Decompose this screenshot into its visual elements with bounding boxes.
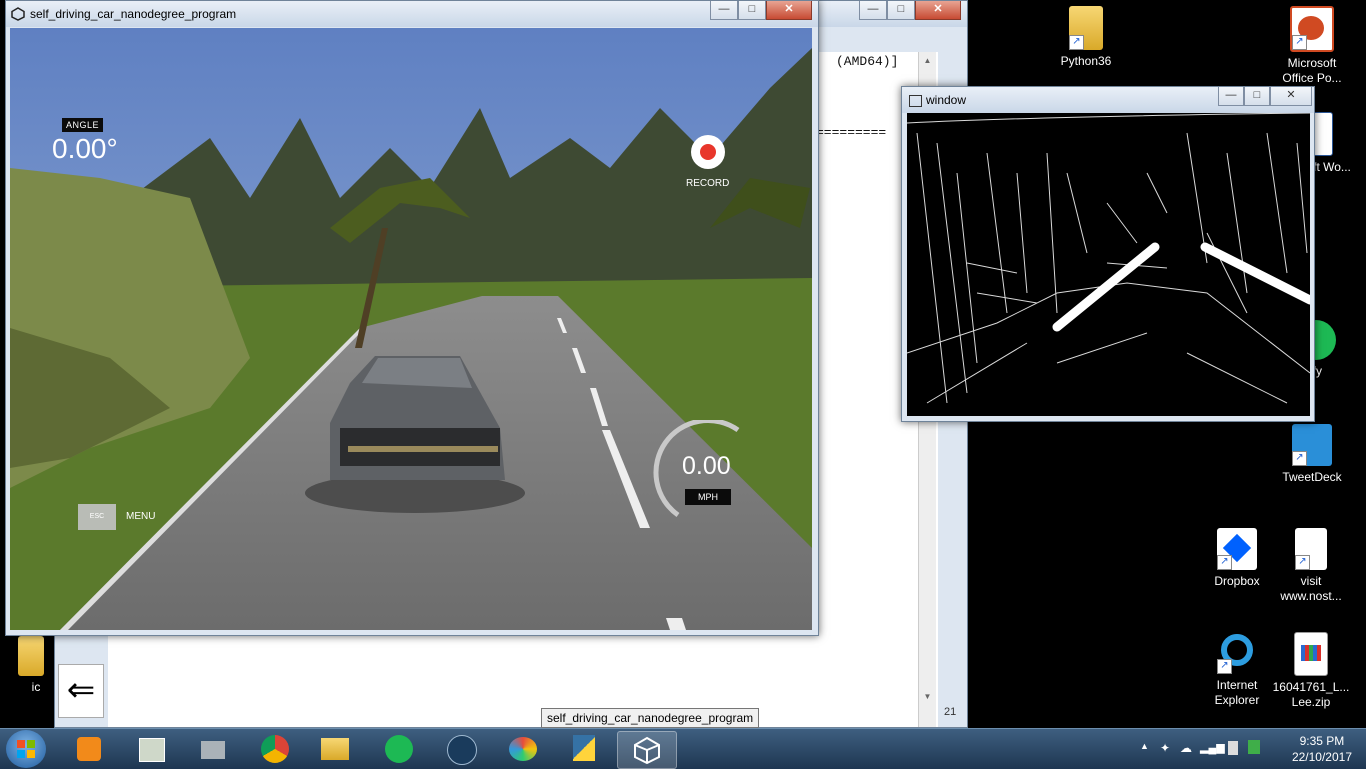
minimize-button[interactable]: — xyxy=(859,1,887,20)
start-button[interactable] xyxy=(6,730,46,768)
cloud-tray-icon[interactable]: ☁ xyxy=(1180,741,1192,755)
dropbox-tray-icon[interactable]: ✦ xyxy=(1160,741,1170,755)
spotify-icon xyxy=(385,735,413,763)
angle-label: ANGLE xyxy=(62,118,104,132)
car-roof xyxy=(362,358,472,388)
desktop-icon-internet-explorer[interactable]: ↗ Internet Explorer xyxy=(1197,632,1277,708)
taskbar-chrome[interactable] xyxy=(246,731,304,767)
desktop-icon-label: TweetDeck xyxy=(1282,470,1342,484)
taskbar-media-player[interactable] xyxy=(60,731,118,767)
clock[interactable]: 9:35 PM 22/10/2017 xyxy=(1292,733,1352,765)
console-line-number: 21 xyxy=(944,706,957,718)
unity-icon xyxy=(634,736,660,764)
angle-value: 0.00° xyxy=(52,133,118,164)
media-player-icon xyxy=(77,737,101,761)
shortcut-arrow-icon: ↗ xyxy=(1217,555,1232,570)
console-header-text: (AMD64)] xyxy=(836,54,899,69)
speed-value: 0.00 xyxy=(682,452,731,480)
chrome-icon xyxy=(261,735,289,763)
close-button[interactable]: ✕ xyxy=(1270,87,1312,106)
edge-detection-view xyxy=(907,113,1310,416)
desktop-icon-label: Python36 xyxy=(1060,54,1112,68)
speed-unit: MPH xyxy=(685,489,731,505)
desktop-icon-powerpoint[interactable]: ↗ Microsoft Office Po... xyxy=(1272,6,1352,86)
maximize-button[interactable]: □ xyxy=(738,1,766,20)
ie-icon: ↗ xyxy=(1217,632,1257,674)
system-tray: ▲ ✦ ☁ ▂▄▆ 9:35 PM 22/10/2017 xyxy=(1126,729,1366,769)
driving-scene xyxy=(10,28,812,630)
taskbar-tooltip: self_driving_car_nanodegree_program xyxy=(541,708,760,728)
windows-logo-icon xyxy=(17,740,35,758)
shortcut-arrow-icon: ↗ xyxy=(1217,659,1232,674)
record-label: RECORD xyxy=(686,178,730,189)
taskbar-paint[interactable] xyxy=(494,731,552,767)
desktop-icon-label: Microsoft Office Po... xyxy=(1282,56,1342,85)
menu-label: MENU xyxy=(126,511,156,522)
window-app-icon xyxy=(909,95,922,107)
desktop-icon-label: visit www.nost... xyxy=(1280,574,1342,603)
taskbar-spotify[interactable] xyxy=(370,731,428,767)
window-title: self_driving_car_nanodegree_program xyxy=(30,7,237,21)
desktop-icon-label: 16041761_L... Lee.zip xyxy=(1272,680,1350,709)
network-icon[interactable]: ▂▄▆ xyxy=(1200,741,1225,754)
taskbar-unity[interactable] xyxy=(617,731,677,769)
desktop-icon-zip[interactable]: 16041761_L... Lee.zip xyxy=(1271,632,1351,710)
system-icon xyxy=(201,741,225,759)
clock-date: 22/10/2017 xyxy=(1291,750,1352,764)
volume-icon[interactable] xyxy=(1248,740,1260,754)
window-title: window xyxy=(926,93,967,107)
file-icon: ↗ xyxy=(1295,528,1327,570)
minimize-button[interactable]: — xyxy=(1218,87,1244,106)
cv-titlebar[interactable]: window — □ ✕ xyxy=(902,87,1314,113)
desktop-icon-label: Internet Explorer xyxy=(1214,678,1260,707)
dropbox-icon: ↗ xyxy=(1217,528,1257,570)
game-viewport[interactable]: ANGLE 0.00° RECORD 0.00 MPH ESC MENU xyxy=(10,28,812,630)
game-window[interactable]: self_driving_car_nanodegree_program — □ … xyxy=(5,0,819,636)
folder-icon xyxy=(321,738,349,760)
folder-icon xyxy=(18,636,44,676)
shortcut-arrow-icon: ↗ xyxy=(1292,451,1307,466)
shortcut-arrow-icon: ↗ xyxy=(1295,555,1310,570)
esc-button[interactable]: ESC xyxy=(78,504,116,530)
tweetdeck-icon: ↗ xyxy=(1292,424,1332,466)
maximize-button[interactable]: □ xyxy=(1244,87,1270,106)
taskbar-photos[interactable] xyxy=(122,731,180,767)
close-button[interactable]: ✕ xyxy=(915,1,961,20)
car-spoiler xyxy=(348,446,498,452)
taskbar-system[interactable] xyxy=(184,731,242,767)
taskbar-explorer[interactable] xyxy=(306,731,364,767)
python-icon xyxy=(573,735,595,761)
zip-icon xyxy=(1294,632,1328,676)
desktop-icon-label: Dropbox xyxy=(1214,574,1260,588)
shortcut-arrow-icon: ↗ xyxy=(1069,35,1084,50)
clock-time: 9:35 PM xyxy=(1299,734,1345,748)
console-back-button[interactable]: ⇐ xyxy=(58,664,104,718)
back-arrow-icon: ⇐ xyxy=(66,671,96,709)
game-titlebar[interactable]: self_driving_car_nanodegree_program — □ … xyxy=(6,1,818,27)
minimize-button[interactable]: — xyxy=(710,1,738,20)
shortcut-arrow-icon: ↗ xyxy=(1292,35,1307,50)
folder-icon: ↗ xyxy=(1069,6,1103,50)
taskbar-python[interactable] xyxy=(555,731,613,767)
steam-icon xyxy=(447,735,477,765)
powerpoint-icon: ↗ xyxy=(1290,6,1334,52)
paint-icon xyxy=(509,737,537,761)
desktop-icon-dropbox[interactable]: ↗ Dropbox xyxy=(1197,528,1277,589)
record-button[interactable] xyxy=(691,135,725,169)
desktop-icon-visit-link[interactable]: ↗ visit www.nost... xyxy=(1271,528,1351,604)
console-separator: ========= xyxy=(816,125,887,140)
scroll-up-arrow-icon[interactable]: ▲ xyxy=(919,56,936,65)
close-button[interactable]: ✕ xyxy=(766,1,812,20)
desktop-icon-tweetdeck[interactable]: ↗ TweetDeck xyxy=(1272,424,1352,485)
unity-app-icon xyxy=(11,7,25,21)
device-tray-icon[interactable] xyxy=(1228,741,1238,755)
scroll-down-arrow-icon[interactable]: ▼ xyxy=(919,692,936,701)
taskbar: ▲ ✦ ☁ ▂▄▆ 9:35 PM 22/10/2017 xyxy=(0,728,1366,769)
show-hidden-icons-icon[interactable]: ▲ xyxy=(1140,741,1149,751)
taskbar-steam[interactable] xyxy=(432,731,490,767)
edge-image xyxy=(907,113,1310,416)
maximize-button[interactable]: □ xyxy=(887,1,915,20)
photos-icon xyxy=(139,738,165,762)
desktop-icon-python36[interactable]: ↗ Python36 xyxy=(1046,6,1126,69)
